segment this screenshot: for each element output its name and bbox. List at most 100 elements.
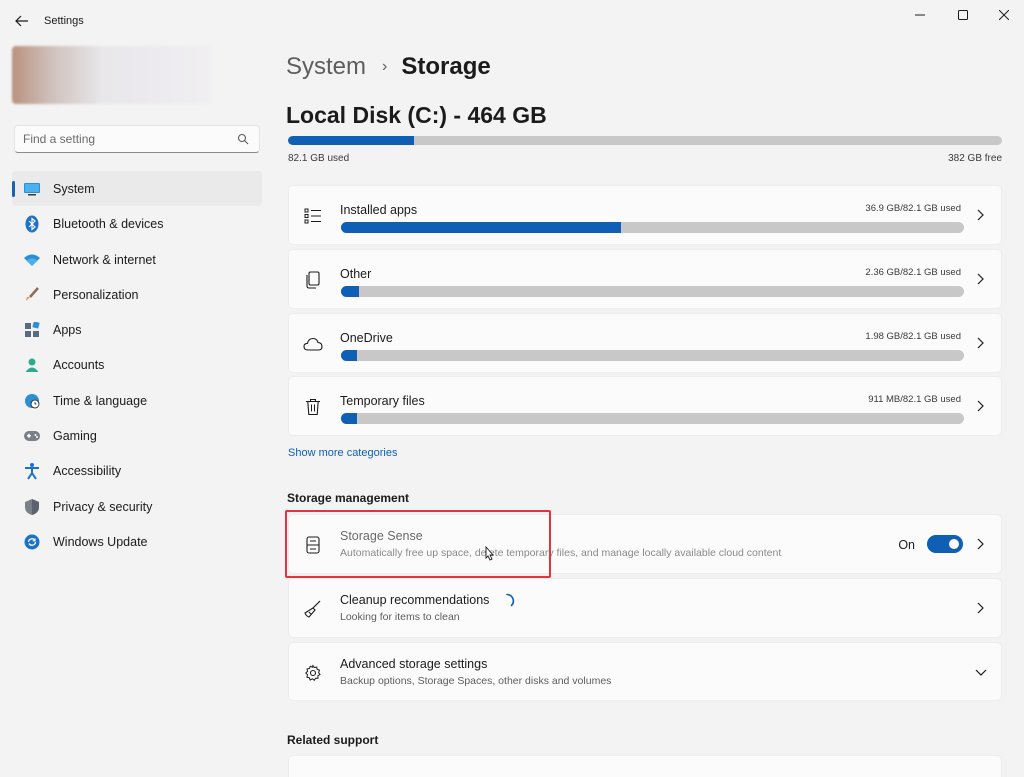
sidebar-item-accounts[interactable]: Accounts (12, 347, 262, 382)
sidebar-item-label: Apps (53, 323, 82, 338)
accessibility-icon (23, 462, 41, 480)
title-bar: Settings (0, 0, 1024, 42)
disk-used-label: 82.1 GB used (288, 153, 350, 164)
breadcrumb: System › Storage (286, 53, 491, 81)
advanced-storage-title: Advanced storage settings (340, 657, 488, 671)
update-icon (23, 533, 41, 551)
app-title: Settings (44, 15, 84, 27)
sidebar-item-label: Time & language (53, 393, 148, 408)
system-icon (23, 180, 41, 198)
disk-usage-fill (288, 136, 415, 145)
gear-icon (303, 663, 323, 683)
sidebar-item-label: System (53, 182, 95, 196)
category-usage-fill (341, 222, 621, 233)
page-title: Storage (401, 53, 491, 80)
back-arrow-icon (15, 15, 28, 27)
sidebar-item-privacy[interactable]: Privacy & security (12, 489, 262, 524)
maximize-button[interactable] (943, 4, 983, 26)
advanced-storage-description: Backup options, Storage Spaces, other di… (340, 675, 612, 687)
close-button[interactable] (984, 4, 1024, 26)
category-usage-bar (341, 350, 964, 361)
sidebar-item-personalization[interactable]: Personalization (12, 277, 262, 312)
highlight-annotation-box (285, 510, 551, 578)
wifi-icon (23, 251, 41, 269)
toggle-knob (949, 539, 959, 549)
sidebar-item-label: Personalization (53, 287, 139, 302)
category-usage: 911 MB/82.1 GB used (868, 394, 961, 405)
category-installed-apps[interactable]: Installed apps 36.9 GB/82.1 GB used (288, 185, 1002, 245)
category-name: Installed apps (340, 203, 418, 217)
gamepad-icon (23, 427, 41, 445)
chevron-right-icon (975, 601, 985, 615)
category-usage: 2.36 GB/82.1 GB used (865, 267, 961, 278)
chevron-right-icon (975, 272, 985, 286)
category-usage-fill (341, 413, 357, 424)
category-other[interactable]: Other 2.36 GB/82.1 GB used (288, 249, 1002, 309)
sidebar-item-network[interactable]: Network & internet (12, 242, 262, 277)
sidebar-item-label: Privacy & security (53, 499, 153, 514)
sidebar-item-system[interactable]: System (12, 171, 262, 206)
sidebar-item-accessibility[interactable]: Accessibility (12, 453, 262, 488)
bluetooth-icon (23, 215, 41, 233)
storage-sense-toggle-label: On (898, 538, 915, 552)
close-icon (999, 10, 1009, 20)
breadcrumb-parent[interactable]: System (286, 53, 366, 81)
settings-window: Settings System Bluetooth & devices (0, 0, 1024, 777)
category-usage-bar (341, 222, 964, 233)
minimize-button[interactable] (900, 4, 940, 26)
disk-title: Local Disk (C:) - 464 GB (286, 102, 547, 128)
apps-icon (23, 321, 41, 339)
globe-clock-icon (23, 392, 41, 410)
document-icon (303, 270, 323, 290)
chevron-right-icon (975, 336, 985, 350)
show-more-categories-link[interactable]: Show more categories (288, 447, 397, 459)
broom-icon (303, 599, 323, 619)
storage-sense-toggle[interactable] (927, 535, 963, 553)
sidebar-item-gaming[interactable]: Gaming (12, 418, 262, 453)
sidebar-nav: System Bluetooth & devices Network & int… (12, 171, 262, 559)
loading-spinner-icon (506, 593, 515, 607)
advanced-storage-settings-row[interactable]: Advanced storage settings Backup options… (288, 642, 1002, 701)
related-support-card[interactable] (288, 755, 1002, 777)
chevron-down-icon (975, 665, 987, 679)
list-icon (303, 206, 323, 226)
minimize-icon (915, 14, 925, 16)
profile-avatar[interactable] (12, 46, 212, 104)
sidebar-item-label: Gaming (53, 429, 97, 444)
related-support-heading: Related support (287, 733, 379, 747)
search-icon[interactable] (237, 133, 249, 145)
category-name: Temporary files (340, 394, 425, 408)
sidebar-item-label: Network & internet (53, 252, 156, 267)
accounts-icon (23, 356, 41, 374)
category-usage: 1.98 GB/82.1 GB used (865, 331, 961, 342)
trash-icon (303, 397, 323, 417)
category-usage: 36.9 GB/82.1 GB used (865, 203, 961, 214)
cleanup-description: Looking for items to clean (340, 611, 460, 623)
shield-icon (23, 498, 41, 516)
search-box[interactable] (14, 125, 260, 153)
disk-free-label: 382 GB free (948, 153, 1002, 164)
search-input[interactable] (23, 131, 223, 147)
sidebar-item-label: Windows Update (53, 534, 148, 549)
cleanup-title: Cleanup recommendations (340, 593, 490, 607)
category-usage-bar (341, 286, 964, 297)
sidebar-item-apps[interactable]: Apps (12, 312, 262, 347)
category-usage-fill (341, 286, 360, 297)
category-name: Other (340, 267, 372, 281)
chevron-right-icon (975, 208, 985, 222)
sidebar-item-time-language[interactable]: Time & language (12, 383, 262, 418)
maximize-icon (958, 10, 968, 20)
category-usage-bar (341, 413, 964, 424)
category-onedrive[interactable]: OneDrive 1.98 GB/82.1 GB used (288, 313, 1002, 373)
breadcrumb-separator: › (382, 58, 388, 75)
mouse-cursor-icon (485, 546, 494, 561)
cleanup-recommendations-row[interactable]: Cleanup recommendations Looking for item… (288, 578, 1002, 638)
sidebar-item-bluetooth[interactable]: Bluetooth & devices (12, 206, 262, 241)
sidebar-item-label: Accessibility (53, 464, 122, 479)
sidebar-item-label: Accounts (53, 358, 105, 373)
chevron-right-icon (975, 537, 985, 551)
back-button[interactable] (12, 11, 32, 31)
category-temporary-files[interactable]: Temporary files 911 MB/82.1 GB used (288, 376, 1002, 436)
category-usage-fill (341, 350, 357, 361)
sidebar-item-windows-update[interactable]: Windows Update (12, 524, 262, 559)
